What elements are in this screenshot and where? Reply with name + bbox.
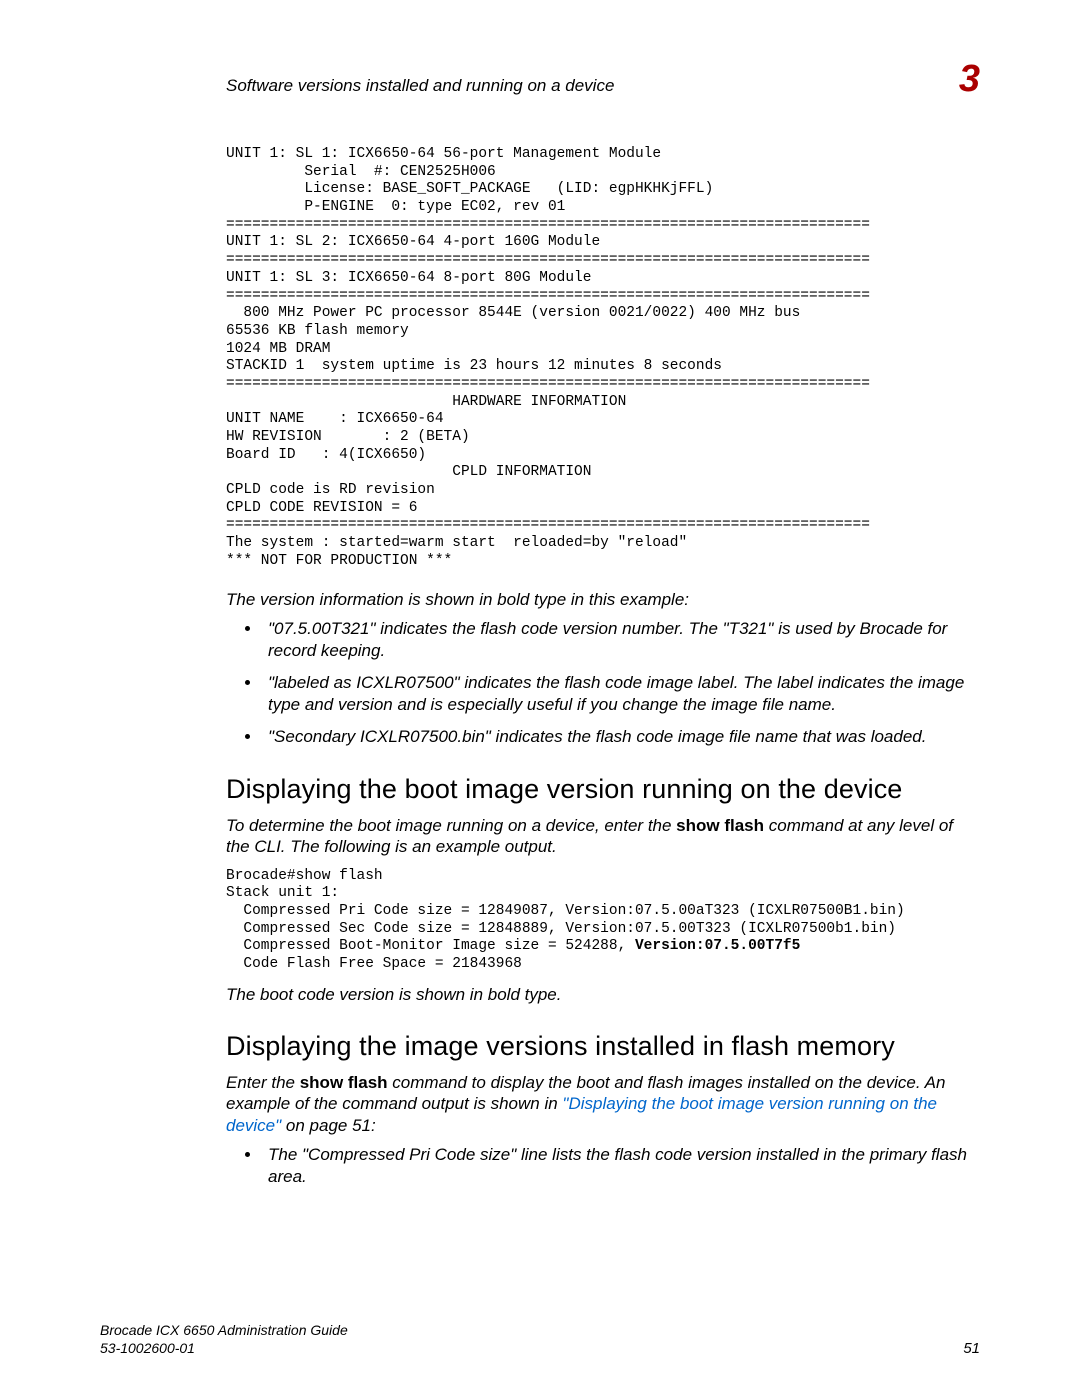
code-block-show-version: UNIT 1: SL 1: ICX6650-64 56-port Managem… bbox=[226, 146, 980, 571]
list-item: The "Compressed Pri Code size" line list… bbox=[262, 1144, 980, 1188]
running-header: Software versions installed and running … bbox=[226, 60, 980, 98]
paragraph-boot-code: The boot code version is shown in bold t… bbox=[226, 984, 980, 1005]
code-text: Code Flash Free Space = 21843968 bbox=[226, 956, 522, 972]
bullet-list-flash: The "Compressed Pri Code size" line list… bbox=[226, 1144, 980, 1188]
code-block-show-flash: Brocade#show flash Stack unit 1: Compres… bbox=[226, 868, 980, 974]
paragraph-flash-images: Enter the show flash command to display … bbox=[226, 1072, 980, 1136]
command-show-flash-2: show flash bbox=[300, 1073, 388, 1092]
header-title: Software versions installed and running … bbox=[226, 76, 614, 96]
bullet-list-version: "07.5.00T321" indicates the flash code v… bbox=[226, 618, 980, 748]
page-footer: Brocade ICX 6650 Administration Guide 53… bbox=[100, 1321, 980, 1357]
text: on page 51: bbox=[281, 1116, 376, 1135]
footer-page-number: 51 bbox=[963, 1340, 980, 1357]
code-bold-version: Version:07.5.00T7f5 bbox=[635, 938, 800, 954]
chapter-number: 3 bbox=[959, 60, 980, 98]
list-item: "07.5.00T321" indicates the flash code v… bbox=[262, 618, 980, 662]
command-show-flash: show flash bbox=[676, 816, 764, 835]
paragraph-version-info: The version information is shown in bold… bbox=[226, 589, 980, 610]
page: Software versions installed and running … bbox=[0, 0, 1080, 1397]
heading-flash-memory: Displaying the image versions installed … bbox=[226, 1031, 980, 1062]
heading-boot-image: Displaying the boot image version runnin… bbox=[226, 774, 980, 805]
code-text: Brocade#show flash Stack unit 1: Compres… bbox=[226, 868, 905, 955]
list-item: "Secondary ICXLR07500.bin" indicates the… bbox=[262, 726, 980, 748]
text: Enter the bbox=[226, 1073, 300, 1092]
footer-book-title: Brocade ICX 6650 Administration Guide bbox=[100, 1322, 348, 1338]
paragraph-show-flash: To determine the boot image running on a… bbox=[226, 815, 980, 858]
footer-doc-number: 53-1002600-01 bbox=[100, 1340, 195, 1356]
text: To determine the boot image running on a… bbox=[226, 816, 676, 835]
list-item: "labeled as ICXLR07500" indicates the fl… bbox=[262, 672, 980, 716]
footer-left: Brocade ICX 6650 Administration Guide 53… bbox=[100, 1321, 348, 1357]
